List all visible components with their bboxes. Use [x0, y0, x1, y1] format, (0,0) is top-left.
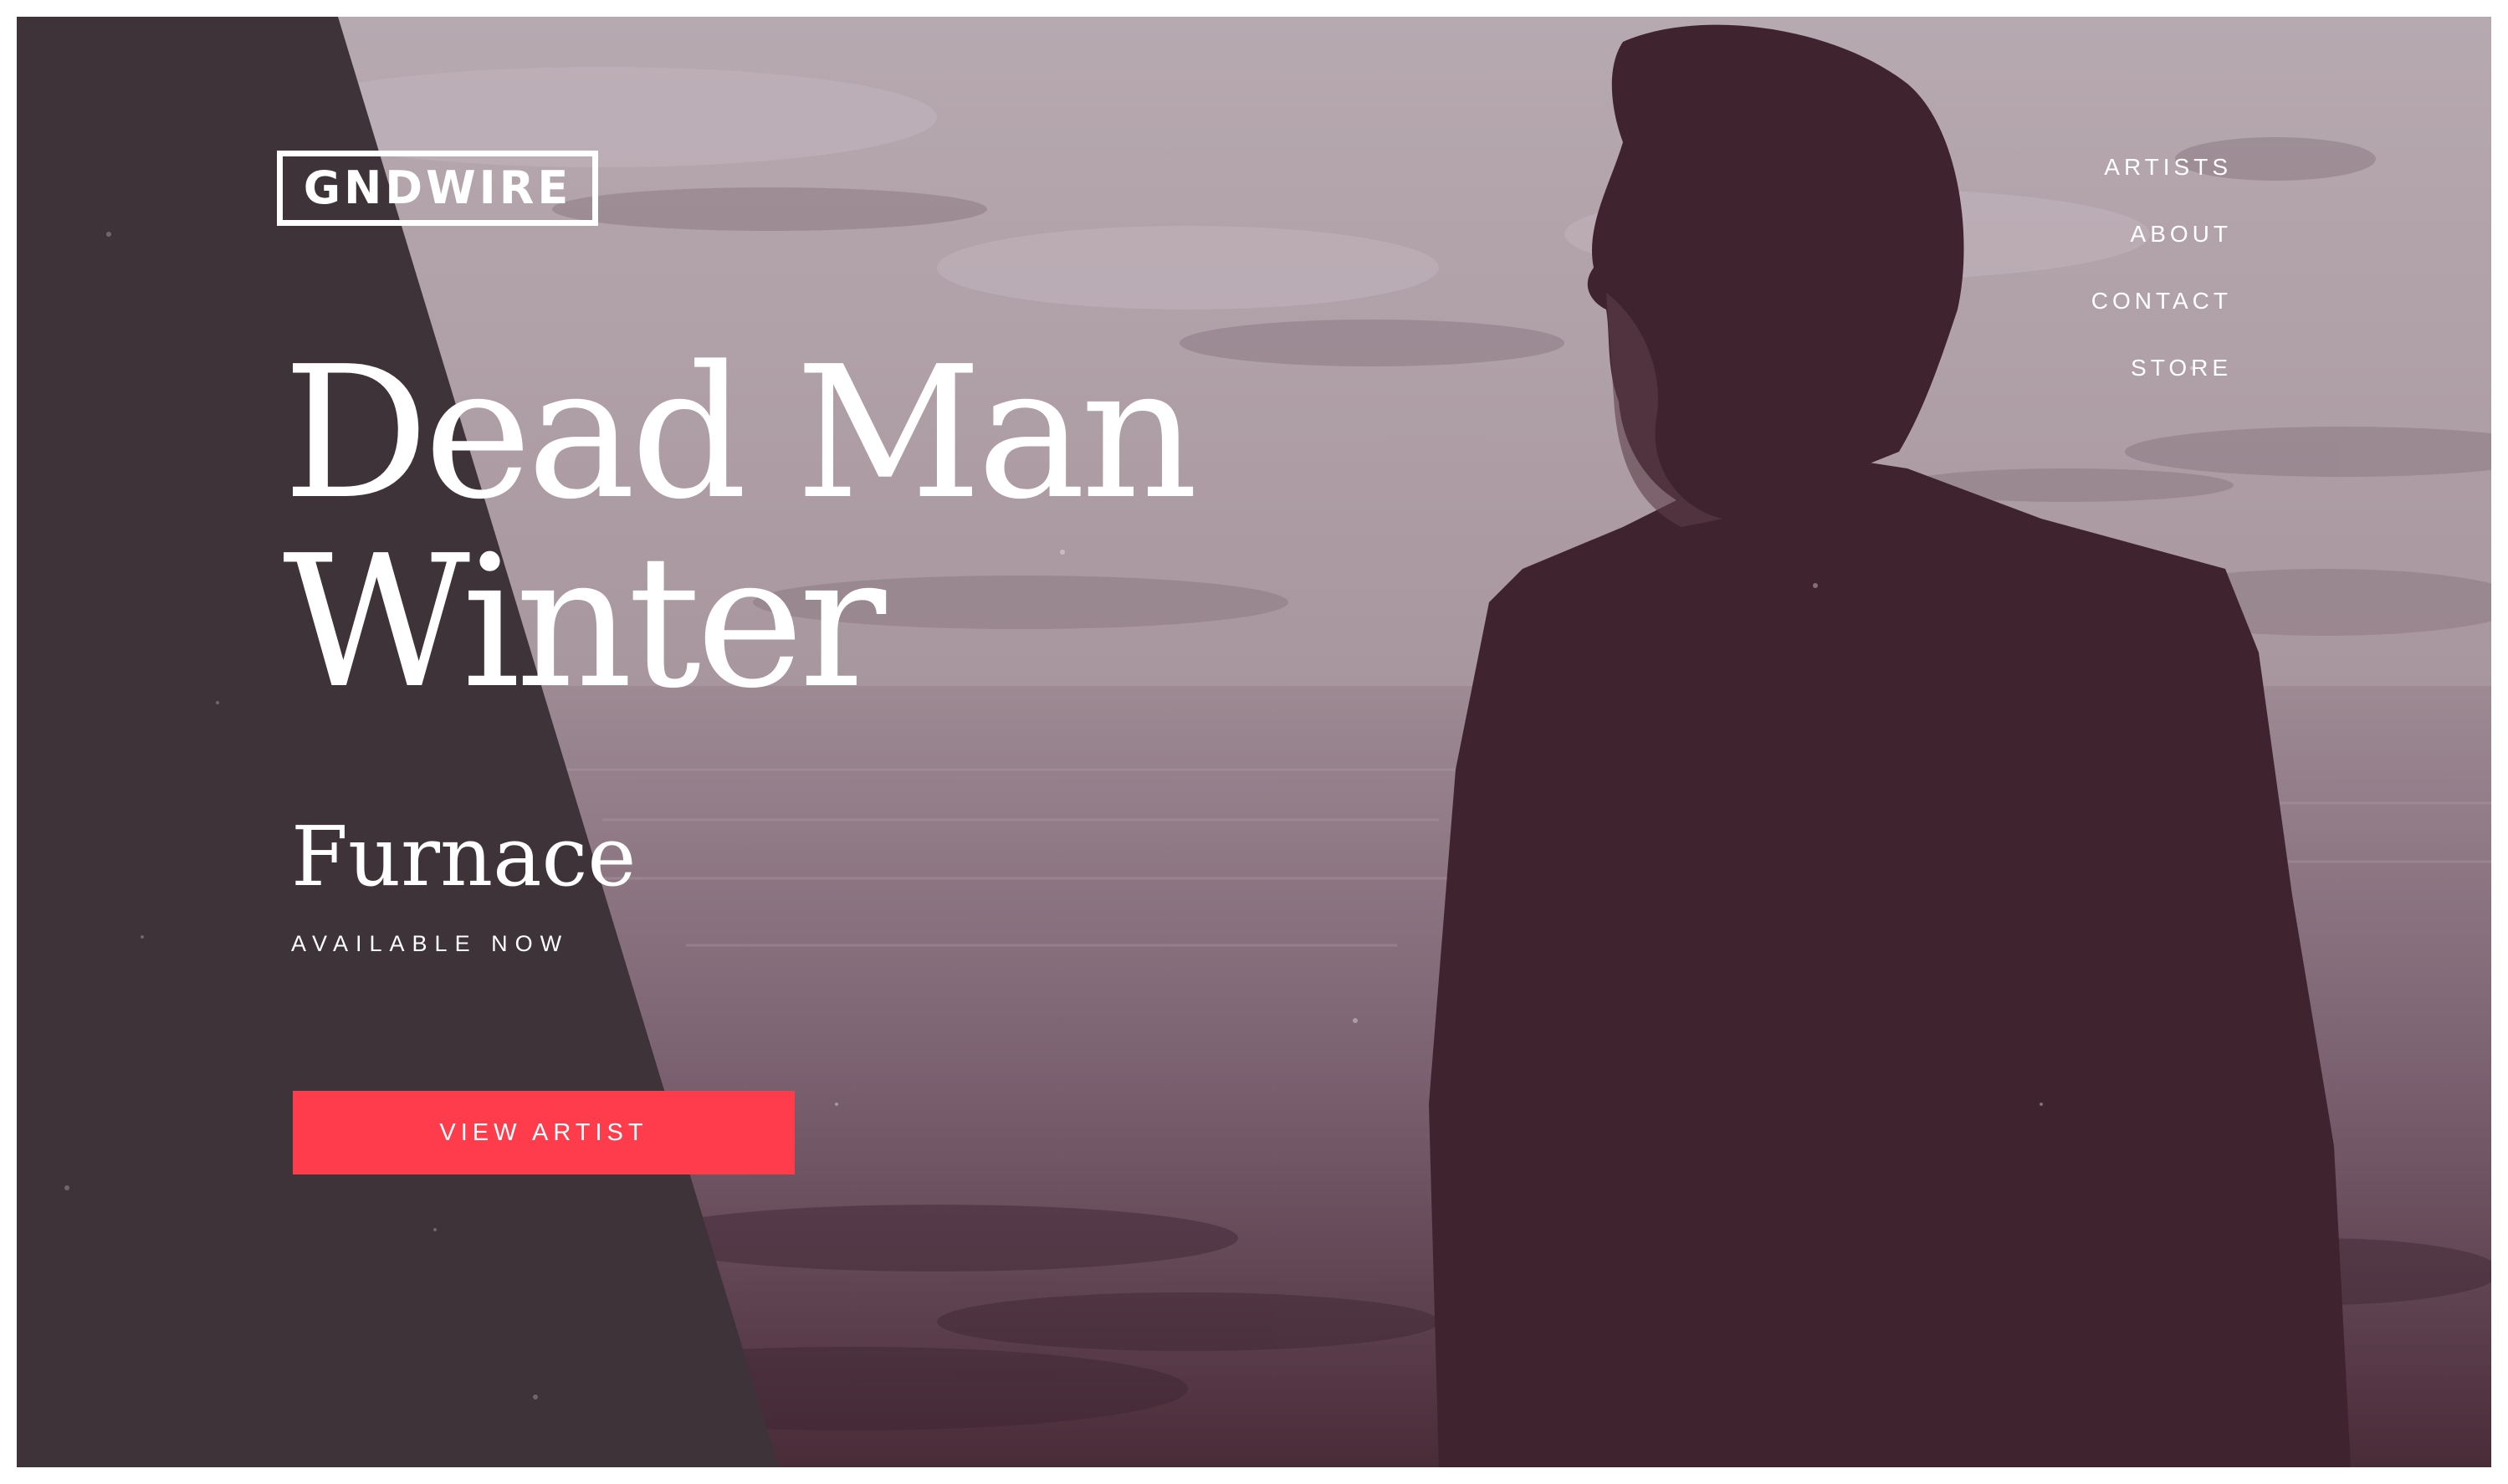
album-title: Furnace — [291, 810, 637, 905]
main-nav: ARTISTS ABOUT CONTACT STORE — [2091, 152, 2232, 420]
artist-name-heading: Dead Man Winter — [283, 340, 1198, 718]
artist-name-line-2: Winter — [283, 517, 886, 729]
availability-label: AVAILABLE NOW — [291, 931, 570, 956]
hero-section: GNDWIRE ARTISTS ABOUT CONTACT STORE Dead… — [17, 17, 2491, 1467]
page-frame: GNDWIRE ARTISTS ABOUT CONTACT STORE Dead… — [0, 0, 2508, 1484]
artist-name-line-1: Dead Man — [283, 328, 1198, 540]
view-artist-button[interactable]: VIEW ARTIST — [293, 1091, 795, 1174]
nav-link-artists[interactable]: ARTISTS — [2104, 154, 2232, 180]
nav-item-about: ABOUT — [2091, 219, 2232, 286]
nav-link-about[interactable]: ABOUT — [2131, 221, 2232, 247]
nav-item-contact: CONTACT — [2091, 286, 2232, 353]
nav-item-store: STORE — [2091, 353, 2232, 420]
gndwire-logo[interactable]: GNDWIRE — [277, 151, 598, 226]
nav-link-store[interactable]: STORE — [2131, 355, 2232, 381]
nav-link-contact[interactable]: CONTACT — [2091, 288, 2232, 314]
nav-item-artists: ARTISTS — [2091, 152, 2232, 219]
